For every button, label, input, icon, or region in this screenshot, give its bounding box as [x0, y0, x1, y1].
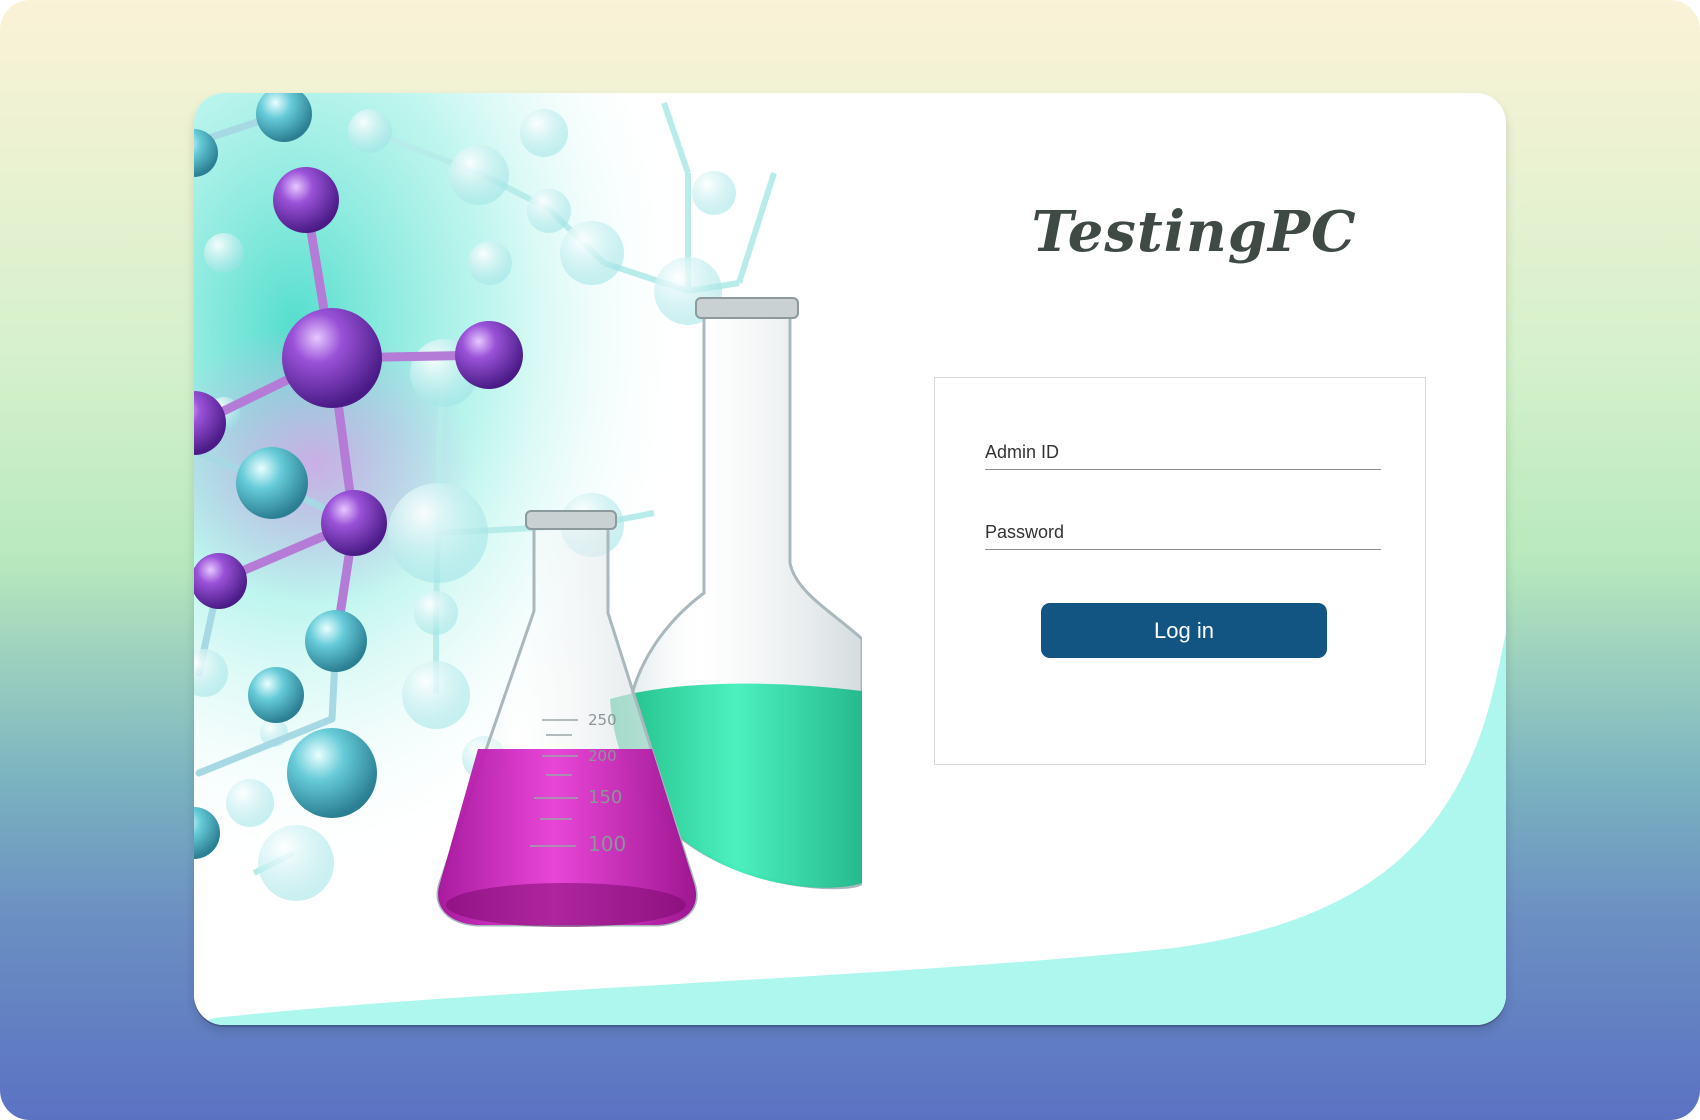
admin-id-field[interactable]: Admin ID: [985, 428, 1385, 471]
lab-illustration: 250 200 150 100: [194, 93, 862, 1025]
flask-marking-150: 150: [588, 787, 622, 808]
admin-id-input[interactable]: [985, 428, 1385, 471]
password-input[interactable]: [985, 508, 1385, 551]
login-form: Admin ID Password Log in: [934, 377, 1426, 765]
flask-marking-100: 100: [588, 832, 626, 856]
flask-marking-200: 200: [588, 747, 617, 765]
page-background: 250 200 150 100 TestingPC Admin ID Passw…: [0, 0, 1700, 1120]
password-field[interactable]: Password: [985, 508, 1385, 551]
login-card: 250 200 150 100 TestingPC Admin ID Passw…: [194, 93, 1506, 1025]
login-button[interactable]: Log in: [1041, 603, 1327, 658]
flask-marking-250: 250: [588, 711, 617, 729]
app-title: TestingPC: [1031, 199, 1357, 265]
